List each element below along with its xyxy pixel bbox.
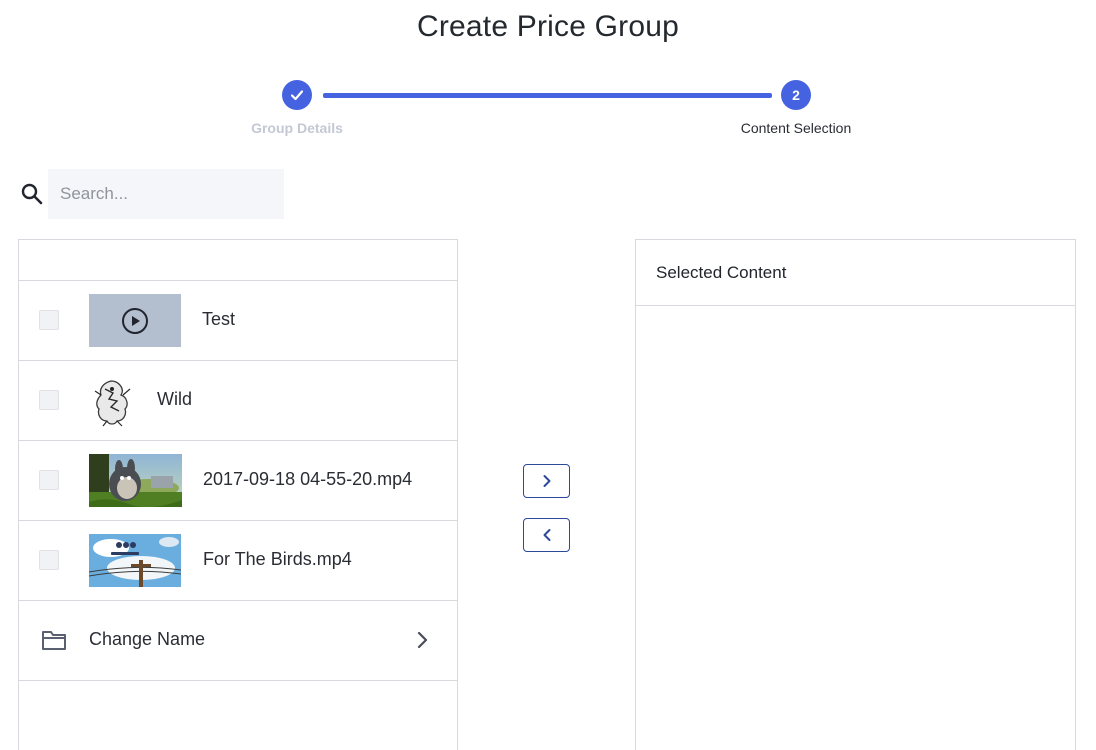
item-checkbox[interactable] — [39, 310, 59, 330]
list-item[interactable]: For The Birds.mp4 — [19, 521, 457, 601]
folder-icon — [42, 631, 66, 650]
list-item[interactable]: Wild — [19, 361, 457, 441]
item-label: Test — [202, 309, 236, 329]
step-content-selection-circle[interactable]: 2 — [781, 80, 811, 110]
search-input[interactable] — [48, 169, 284, 219]
available-content-panel: Test Wild 2017-09-18 04-55-20.mp4 For Th… — [18, 239, 458, 750]
page-title: Create Price Group — [416, 10, 680, 43]
selected-content-panel: Selected Content — [635, 239, 1076, 750]
list-item[interactable]: Test — [19, 281, 457, 361]
stepper-progress-line — [323, 93, 772, 98]
item-label: 2017-09-18 04-55-20.mp4 — [203, 469, 413, 489]
selected-content-header: Selected Content — [636, 240, 1075, 306]
chevron-right-icon[interactable] — [415, 629, 431, 651]
step-content-selection-label: Content Selection — [740, 120, 852, 136]
step-group-details-circle[interactable] — [282, 80, 312, 110]
list-item[interactable]: 2017-09-18 04-55-20.mp4 — [19, 441, 457, 521]
item-checkbox[interactable] — [39, 470, 59, 490]
search-icon — [21, 183, 43, 205]
play-circle-icon — [122, 307, 148, 334]
step-group-details-label[interactable]: Group Details — [237, 120, 357, 136]
item-checkbox[interactable] — [39, 550, 59, 570]
animated-bunny-image — [89, 454, 182, 507]
chevron-left-icon — [543, 529, 550, 541]
dragon-sketch-image — [91, 375, 133, 427]
item-label: For The Birds.mp4 — [203, 549, 352, 569]
add-to-selection-button[interactable] — [523, 464, 570, 498]
item-label: Wild — [157, 389, 192, 409]
chevron-right-icon — [543, 475, 550, 487]
folder-item[interactable]: Change Name — [19, 601, 457, 681]
available-content-header — [19, 240, 457, 281]
for-the-birds-image — [89, 534, 181, 587]
folder-label: Change Name — [89, 629, 206, 649]
check-icon — [290, 90, 304, 101]
item-checkbox[interactable] — [39, 390, 59, 410]
video-thumbnail — [89, 294, 181, 347]
remove-from-selection-button[interactable] — [523, 518, 570, 552]
